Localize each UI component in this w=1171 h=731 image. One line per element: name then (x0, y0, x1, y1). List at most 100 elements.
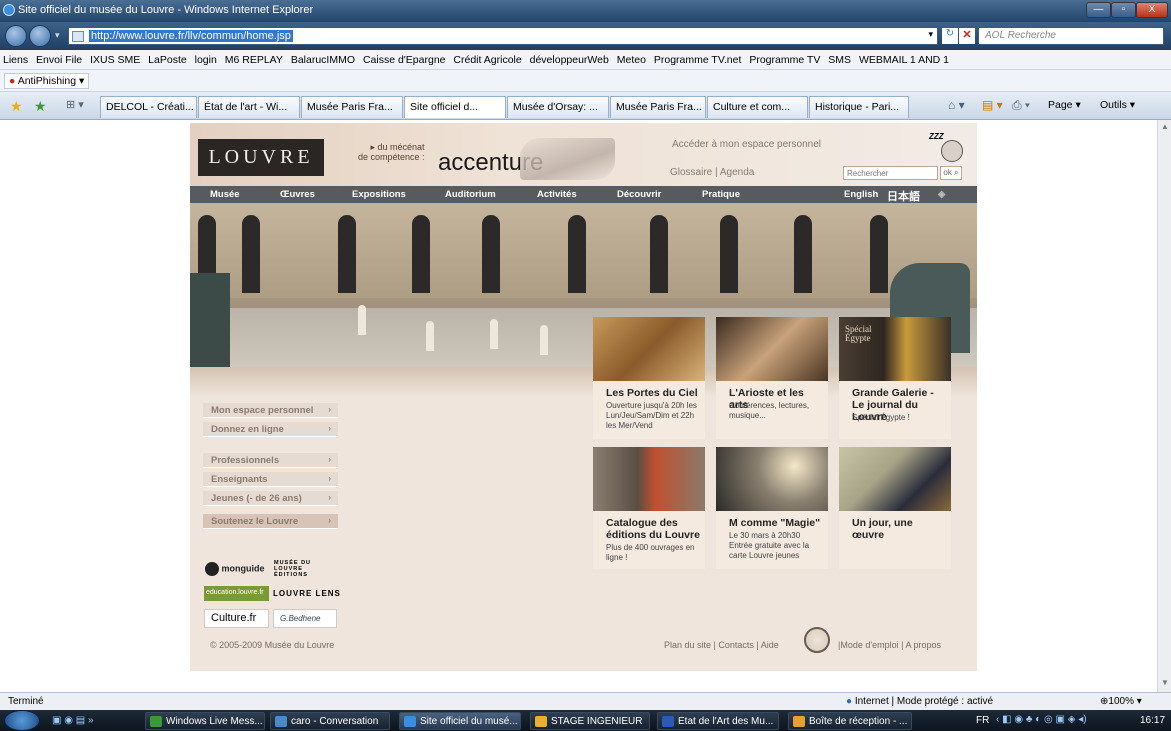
taskbar-item-messenger[interactable]: Windows Live Mess... (145, 712, 265, 730)
url-dropdown-icon[interactable]: ▾ (928, 29, 933, 40)
maximize-button[interactable]: ▫ (1111, 2, 1136, 18)
contacts-link[interactable]: Contacts (718, 640, 754, 650)
nav-activites[interactable]: Activités (537, 189, 577, 200)
history-dropdown-icon[interactable]: ▾ (55, 30, 60, 41)
a-propos-link[interactable]: A propos (905, 640, 941, 650)
link-item[interactable]: WEBMAIL 1 AND 1 (859, 54, 949, 66)
tab-historique[interactable]: Historique - Pari... (809, 96, 909, 118)
louvre-search-button[interactable]: ok ⌕ (940, 166, 962, 180)
quicklaunch-icons[interactable]: ▣ ◉ ▤ » (52, 715, 94, 726)
tab-site-officiel[interactable]: Site officiel d... (404, 96, 506, 118)
link-item[interactable]: LaPoste (148, 54, 187, 66)
tile-un-jour[interactable]: Un jour, une œuvre (839, 447, 951, 569)
nav-auditorium[interactable]: Auditorium (445, 189, 496, 200)
link-item[interactable]: Caisse d'Epargne (363, 54, 446, 66)
nav-decouvrir[interactable]: Découvrir (617, 189, 661, 200)
louvre-search-input[interactable]: Rechercher (843, 166, 938, 180)
audio-icon[interactable]: ◈ (938, 189, 945, 200)
start-button[interactable] (4, 710, 40, 731)
link-item[interactable]: Programme TV.net (654, 54, 742, 66)
tile-portes-du-ciel[interactable]: Les Portes du Ciel Ouverture jusqu'à 20h… (593, 317, 705, 439)
footer-links: Plan du site | Contacts | Aide (664, 640, 779, 650)
agenda-link[interactable]: Agenda (720, 167, 754, 178)
print-icon[interactable]: ⎙ ▾ (1012, 98, 1030, 113)
monguide-logo[interactable]: monguide (205, 562, 265, 576)
lang-english[interactable]: English (844, 189, 878, 200)
louvre-logo[interactable]: LOUVRE (198, 139, 324, 176)
plan-du-site-link[interactable]: Plan du site (664, 640, 711, 650)
link-item[interactable]: Meteo (617, 54, 646, 66)
taskbar-item-mail[interactable]: Boîte de réception - ... (788, 712, 912, 730)
tab-musee-paris-2[interactable]: Musée Paris Fra... (610, 96, 706, 118)
favorites-star-icon[interactable]: ★ (10, 98, 23, 115)
status-text: Terminé (8, 696, 44, 707)
search-input[interactable]: AOL Recherche (978, 27, 1164, 45)
menu-label: Professionnels (211, 455, 280, 466)
home-icon[interactable]: ⌂ ▾ (948, 98, 965, 112)
stop-icon[interactable]: ✕ (959, 28, 975, 44)
antiphishing-button[interactable]: ● AntiPhishing ▾ (4, 73, 90, 89)
menu-espace-personnel[interactable]: Mon espace personnel › (203, 403, 338, 418)
quick-tabs-icon[interactable]: ⊞ ▾ (66, 98, 84, 111)
menu-donnez[interactable]: Donnez en ligne › (203, 422, 338, 437)
espace-personnel-link[interactable]: Accéder à mon espace personnel (672, 139, 821, 150)
tools-menu[interactable]: Outils ▾ (1100, 99, 1135, 111)
nav-musee[interactable]: Musée (210, 189, 240, 200)
language-indicator[interactable]: FR (976, 715, 989, 726)
link-item[interactable]: Envoi File (36, 54, 82, 66)
taskbar-item-word[interactable]: Etat de l'Art des Mu... (657, 712, 779, 730)
link-item[interactable]: M6 REPLAY (225, 54, 283, 66)
url-field[interactable]: http://www.louvre.fr/llv/commun/home.jsp… (68, 27, 938, 45)
link-item[interactable]: IXUS SME (90, 54, 140, 66)
menu-jeunes[interactable]: Jeunes (- de 26 ans) › (203, 491, 338, 506)
menu-enseignants[interactable]: Enseignants › (203, 472, 338, 487)
minimize-button[interactable]: — (1086, 2, 1111, 18)
link-item[interactable]: login (195, 54, 217, 66)
close-button[interactable]: X (1136, 2, 1168, 18)
menu-soutenez[interactable]: Soutenez le Louvre › (203, 514, 338, 529)
forward-button[interactable] (29, 25, 51, 47)
zoom-level[interactable]: ⊕100% ▾ (1100, 696, 1142, 707)
vertical-scrollbar[interactable]: ▲ ▼ (1157, 120, 1171, 692)
louvre-lens-logo[interactable]: LOUVRE LENS (273, 589, 341, 598)
back-button[interactable] (5, 25, 27, 47)
feeds-icon[interactable]: ▤ ▾ (982, 98, 1003, 112)
add-favorite-icon[interactable]: ★ (34, 98, 47, 115)
lang-japanese[interactable]: 日本語 (887, 188, 920, 204)
signature-logo[interactable]: G.Bedhene (273, 609, 337, 628)
tab-musee-paris[interactable]: Musée Paris Fra... (301, 96, 403, 118)
refresh-icon[interactable]: ↻ (942, 28, 958, 44)
tab-musee-orsay[interactable]: Musée d'Orsay: ... (507, 96, 609, 118)
taskbar-item-conversation[interactable]: caro - Conversation (270, 712, 390, 730)
aide-link[interactable]: Aide (761, 640, 779, 650)
taskbar-item-stage[interactable]: STAGE INGENIEUR (530, 712, 650, 730)
tile-arioste[interactable]: L'Arioste et les arts Conférences, lectu… (716, 317, 828, 439)
editions-logo[interactable]: MUSÉE DU LOUVRE ÉDITIONS (274, 560, 311, 578)
link-item[interactable]: Programme TV (749, 54, 820, 66)
mode-emploi-link[interactable]: Mode d'emploi (840, 640, 898, 650)
link-item[interactable]: Crédit Agricole (453, 54, 521, 66)
tab-delcol[interactable]: DELCOL - Créati... (100, 96, 197, 118)
tray-icons[interactable]: ‹ ◧ ◉ ♣ ◐ ◎ ▣ ◈ ◂) (996, 714, 1087, 725)
menu-professionnels[interactable]: Professionnels › (203, 453, 338, 468)
page-menu[interactable]: Page ▾ (1048, 99, 1081, 111)
glossaire-link[interactable]: Glossaire (670, 167, 712, 178)
tile-grande-galerie[interactable]: Spécial Égypte Grande Galerie - Le journ… (839, 317, 951, 439)
tab-culture[interactable]: Culture et com... (707, 96, 808, 118)
education-logo[interactable]: education.louvre.fr (204, 586, 269, 601)
nav-oeuvres[interactable]: Œuvres (280, 189, 315, 200)
link-item[interactable]: développeurWeb (530, 54, 609, 66)
link-item[interactable]: SMS (828, 54, 851, 66)
culture-logo[interactable]: Culture.fr (204, 609, 269, 628)
scroll-up-icon[interactable]: ▲ (1161, 122, 1169, 131)
tile-catalogue[interactable]: Catalogue des éditions du Louvre Plus de… (593, 447, 705, 569)
tab-etat-art[interactable]: État de l'art - Wi... (198, 96, 300, 118)
tile-magie[interactable]: M comme "Magie" Le 30 mars à 20h30 Entré… (716, 447, 828, 569)
taskbar-item-ie[interactable]: Site officiel du musé... (399, 712, 521, 730)
scroll-down-icon[interactable]: ▼ (1161, 678, 1169, 687)
nav-pratique[interactable]: Pratique (702, 189, 740, 200)
link-item[interactable]: BalarucIMMO (291, 54, 355, 66)
compass-icon[interactable] (804, 627, 830, 653)
nav-expositions[interactable]: Expositions (352, 189, 406, 200)
special-egypte-text: Spécial Égypte (845, 324, 872, 343)
